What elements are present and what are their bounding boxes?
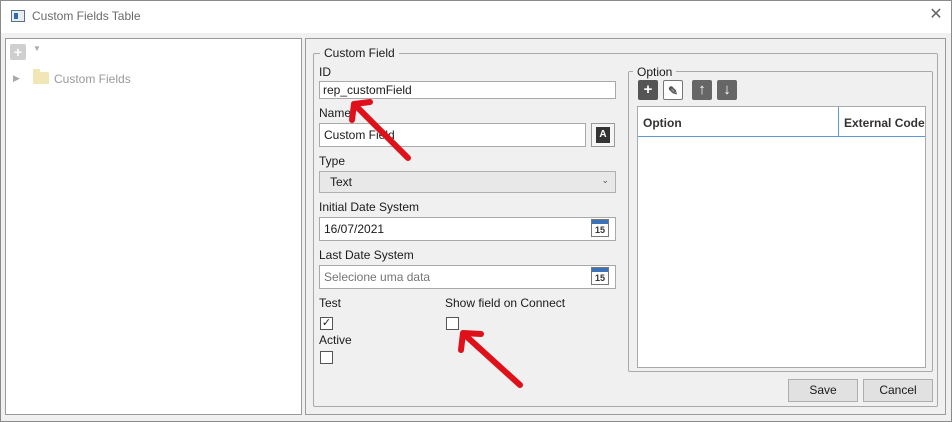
annotation-arrow <box>349 99 411 161</box>
annotation-arrow <box>458 330 523 388</box>
annotation-arrows <box>349 99 523 388</box>
